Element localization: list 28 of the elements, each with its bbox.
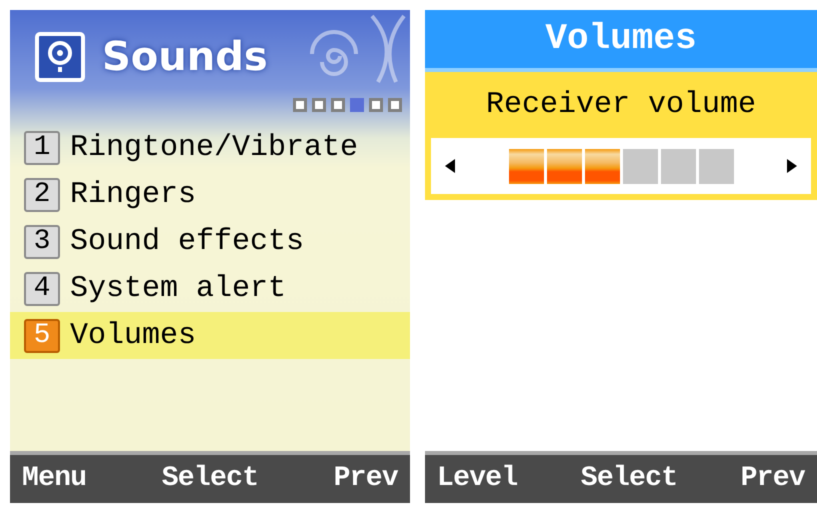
speaker-icon xyxy=(34,31,86,83)
softkey-button[interactable]: Prev xyxy=(334,465,398,493)
screen-title: Sounds xyxy=(102,37,268,77)
screen-title: Volumes xyxy=(545,21,697,57)
number-key-icon: 5 xyxy=(24,318,60,352)
number-key-icon: 3 xyxy=(24,224,60,258)
menu-item[interactable]: 2 Ringers xyxy=(10,171,410,218)
menu-item-label: Ringtone/Vibrate xyxy=(70,132,358,162)
number-key-icon: 2 xyxy=(24,178,60,212)
number-key-icon: 1 xyxy=(24,130,60,164)
softkey-button[interactable]: Select xyxy=(580,465,678,493)
softkey-button[interactable]: Level xyxy=(437,465,518,493)
menu-item-label: Ringers xyxy=(70,180,196,210)
menu-item[interactable]: 5 Volumes xyxy=(10,312,410,359)
menu-item[interactable]: 1 Ringtone/Vibrate xyxy=(10,124,410,171)
volume-slider[interactable] xyxy=(431,138,811,194)
menu-item-label: System alert xyxy=(70,274,286,304)
menu-item-label: Volumes xyxy=(70,320,196,350)
menu-item[interactable]: 4 System alert xyxy=(10,265,410,312)
softkey-button[interactable]: Select xyxy=(162,465,258,493)
softkey-button[interactable]: Prev xyxy=(740,465,805,493)
left-arrow-icon xyxy=(445,159,455,173)
setting-label: Receiver volume xyxy=(486,90,756,120)
menu-item[interactable]: 3 Sound effects xyxy=(10,218,410,265)
softkey-button[interactable]: Menu xyxy=(22,465,86,493)
number-key-icon: 4 xyxy=(24,272,60,306)
menu-item-label: Sound effects xyxy=(70,226,304,256)
right-arrow-icon xyxy=(787,159,797,173)
